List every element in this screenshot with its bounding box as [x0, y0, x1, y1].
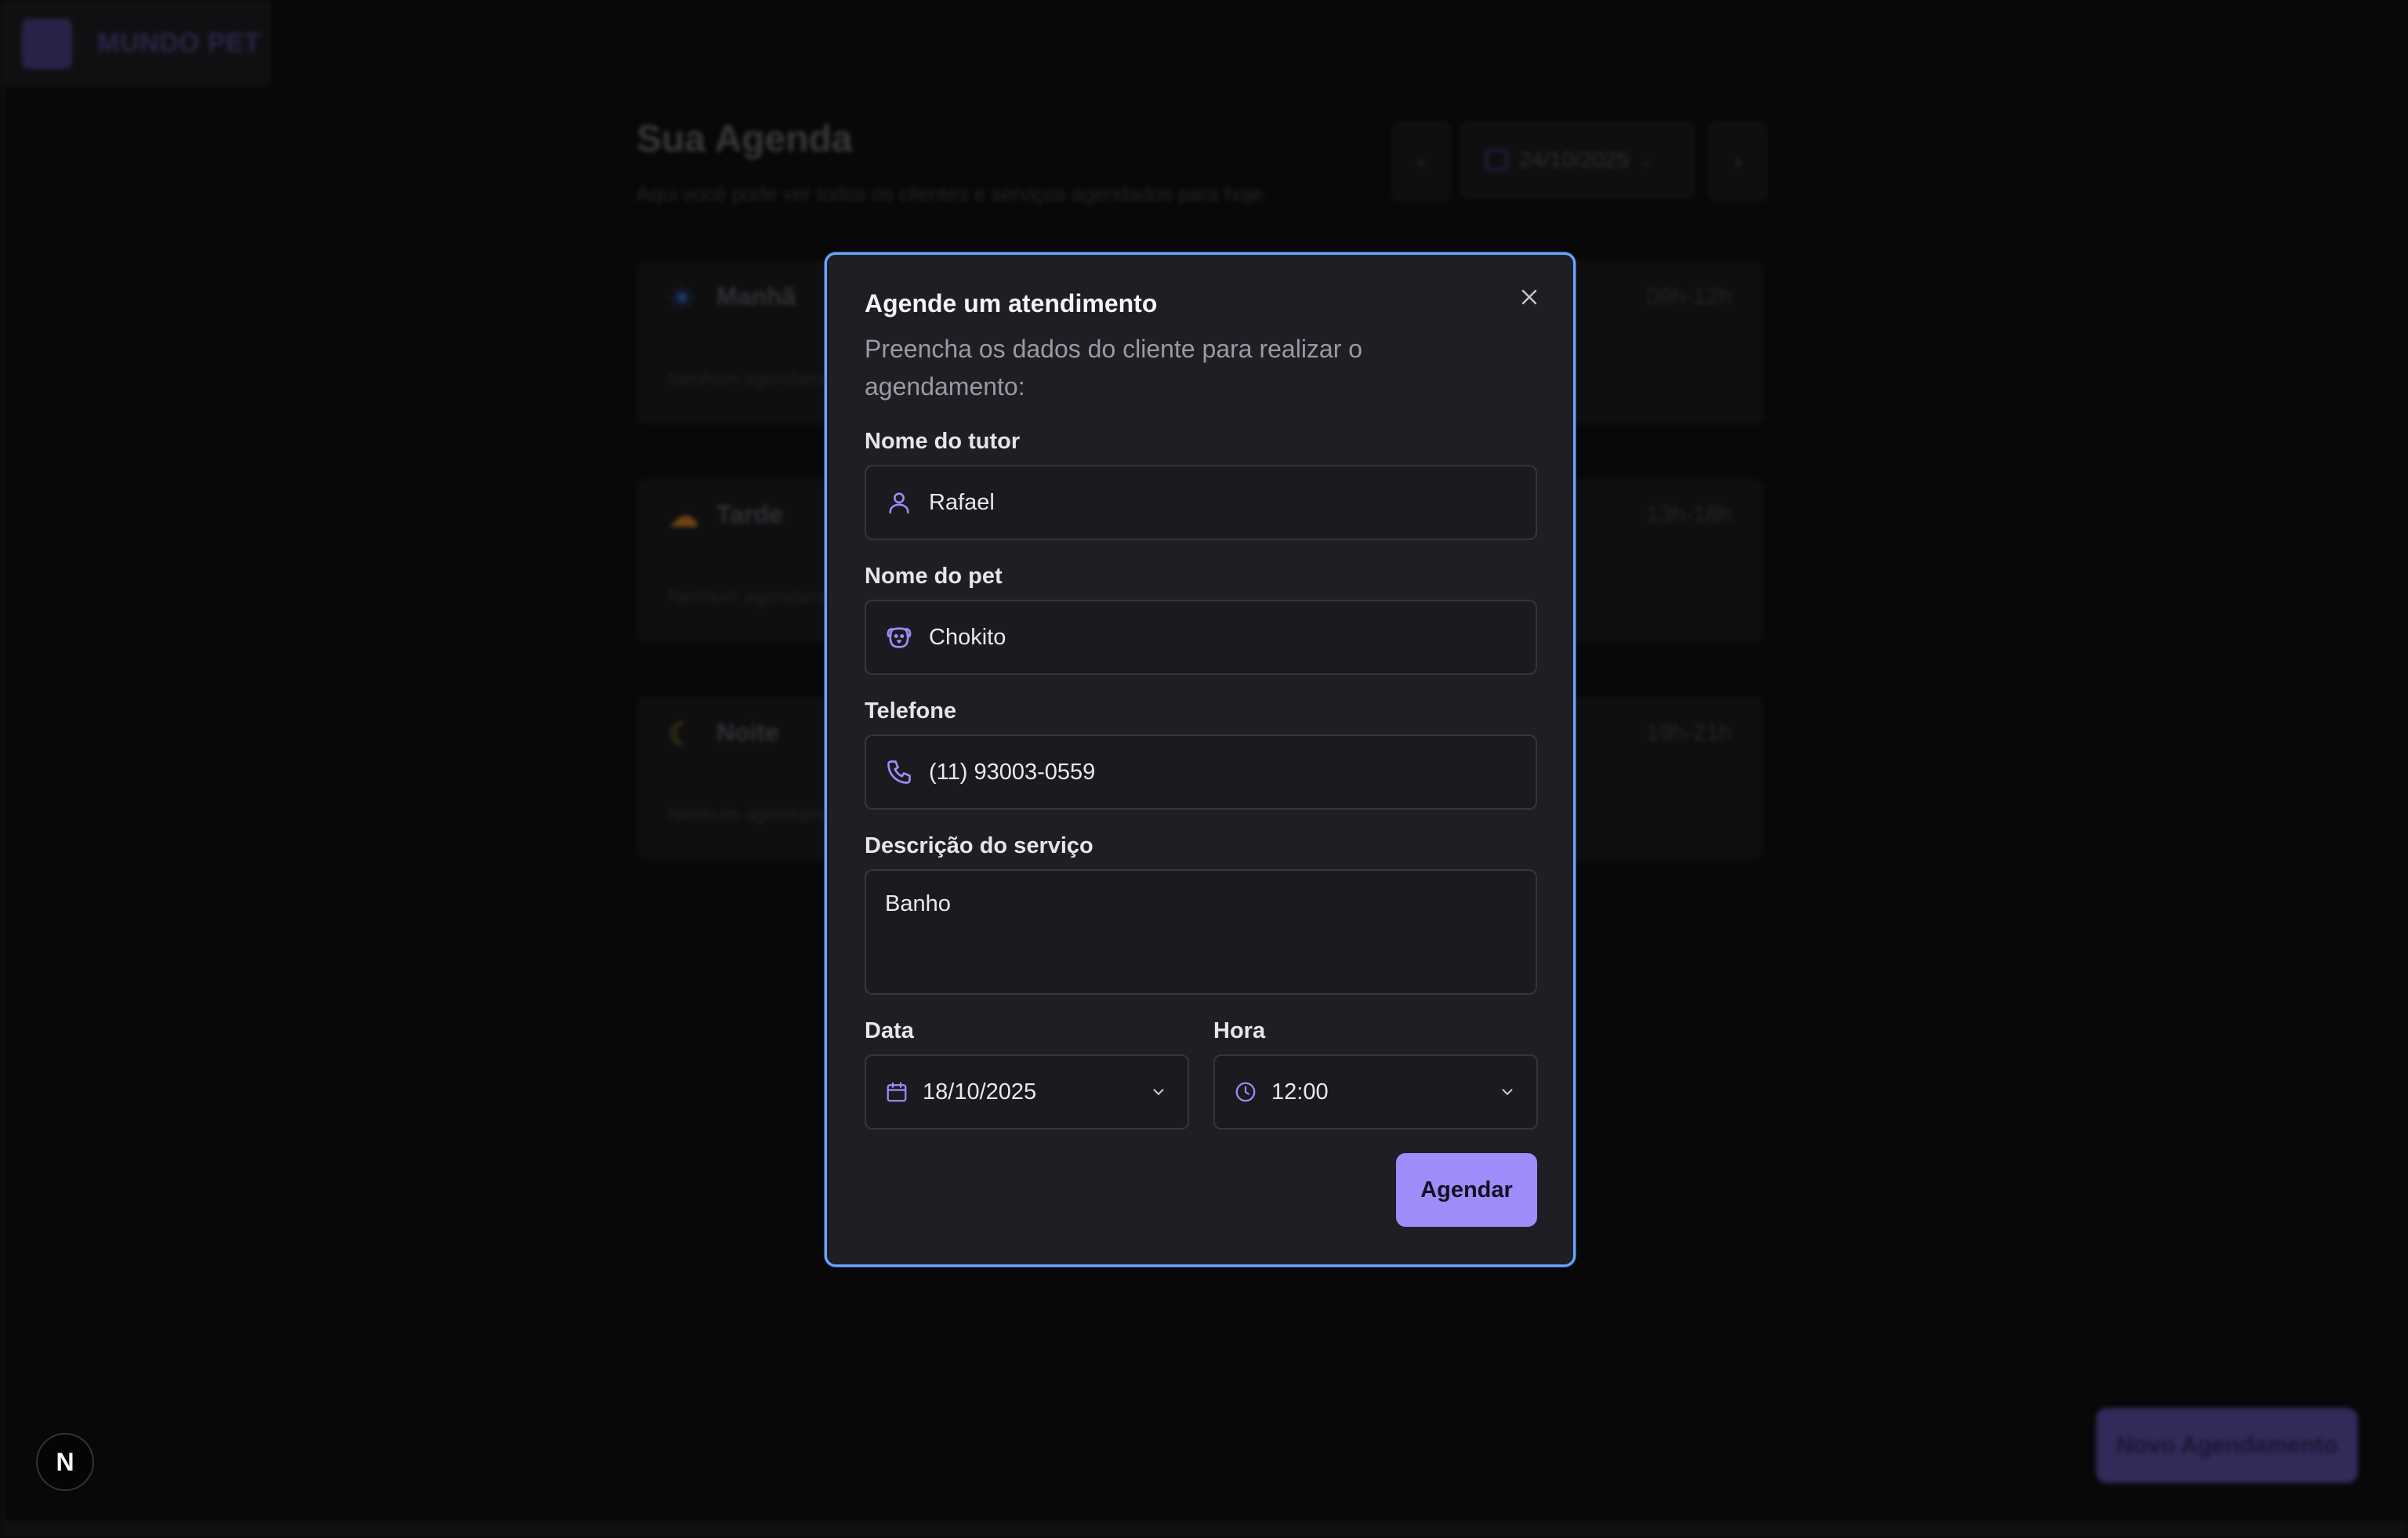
phone-icon: [885, 758, 913, 786]
pet-name-value: Chokito: [929, 624, 1006, 650]
date-select[interactable]: 18/10/2025: [865, 1054, 1189, 1130]
close-button[interactable]: [1514, 281, 1545, 313]
dialog-description: Preencha os dados do cliente para realiz…: [865, 335, 1363, 401]
chevron-down-icon: [1150, 1083, 1167, 1101]
service-label: Descrição do serviço: [865, 833, 1093, 858]
phone-label: Telefone: [865, 698, 957, 724]
user-icon: [885, 488, 913, 517]
close-icon: [1521, 289, 1537, 305]
phone-value: (11) 93003-0559: [929, 759, 1096, 785]
schedule-button[interactable]: Agendar: [1396, 1153, 1537, 1227]
service-description-textarea[interactable]: Banho: [865, 869, 1537, 995]
phone-input[interactable]: (11) 93003-0559: [865, 735, 1537, 810]
date-value: 18/10/2025: [923, 1079, 1037, 1105]
tutor-label: Nome do tutor: [865, 429, 1021, 454]
pet-name-input[interactable]: Chokito: [865, 600, 1537, 675]
chevron-down-icon: [1499, 1083, 1516, 1101]
time-select[interactable]: 12:00: [1213, 1054, 1538, 1130]
calendar-icon: [885, 1079, 910, 1105]
dev-badge[interactable]: N: [36, 1433, 94, 1491]
dog-icon: [885, 623, 913, 651]
clock-icon: [1234, 1079, 1259, 1105]
tutor-name-value: Rafael: [929, 489, 995, 515]
time-label: Hora: [1213, 1018, 1266, 1043]
dialog-title: Agende um atendimento: [865, 289, 1158, 317]
tutor-name-input[interactable]: Rafael: [865, 465, 1537, 540]
date-label: Data: [865, 1018, 914, 1043]
appointment-dialog: Agende um atendimento Preencha os dados …: [825, 252, 1576, 1267]
pet-label: Nome do pet: [865, 564, 1003, 589]
time-value: 12:00: [1271, 1079, 1329, 1105]
